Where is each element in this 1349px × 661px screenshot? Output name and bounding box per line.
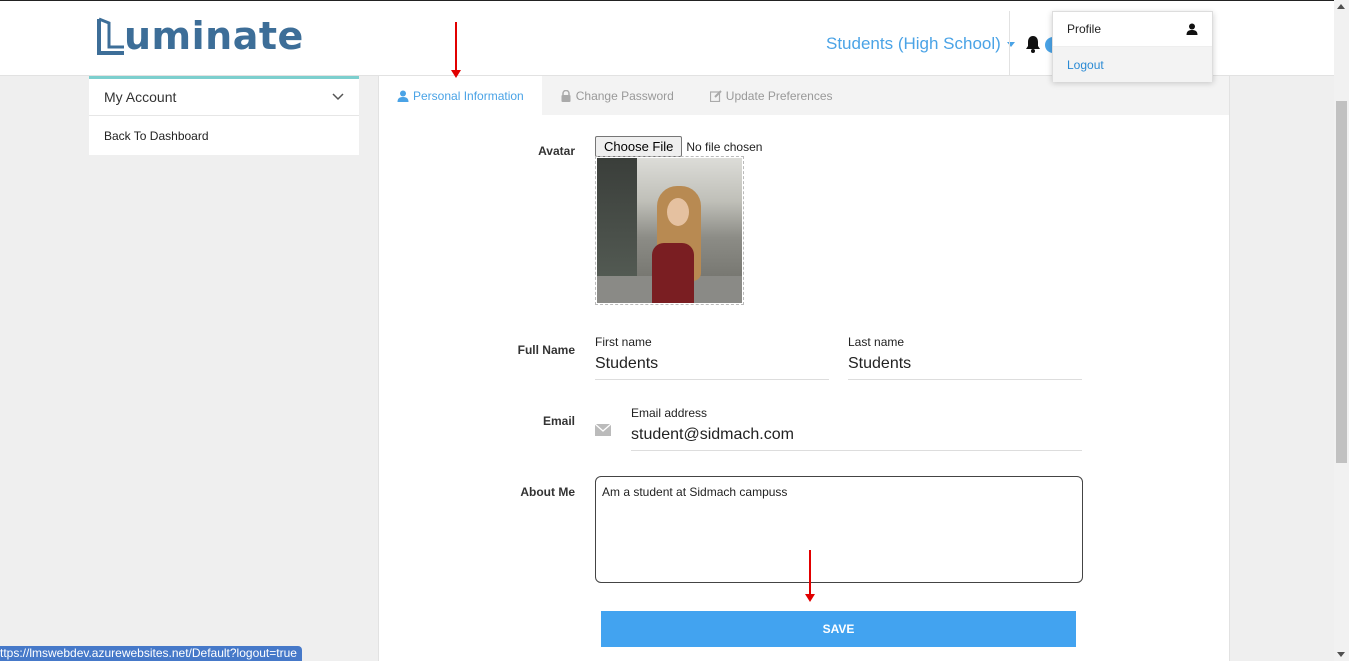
choose-file-button[interactable]: Choose File	[595, 136, 683, 157]
tab-change-password[interactable]: Change Password	[542, 76, 692, 115]
annotation-arrow-save	[805, 550, 815, 602]
about-me-label: About Me	[520, 485, 575, 499]
account-panel: Personal Information Change Password Upd…	[378, 76, 1230, 661]
no-file-text: No file chosen	[686, 139, 763, 154]
scroll-up-icon[interactable]	[1337, 4, 1345, 9]
last-name-input[interactable]: Students	[848, 355, 1082, 380]
email-field[interactable]: Email address student@sidmach.com	[631, 406, 1082, 451]
first-name-caption: First name	[595, 335, 652, 349]
email-input[interactable]: student@sidmach.com	[631, 426, 1082, 451]
role-selector-label: Students (High School)	[826, 34, 1001, 53]
avatar-image	[595, 156, 744, 305]
tab-personal-information[interactable]: Personal Information	[379, 76, 542, 115]
sidebar-item-back-to-dashboard[interactable]: Back To Dashboard	[89, 116, 359, 155]
user-icon	[1186, 23, 1198, 35]
sidebar: My Account Back To Dashboard	[89, 76, 359, 155]
tab-label: Change Password	[575, 88, 674, 103]
logo-text: uminate	[124, 14, 304, 58]
tab-label: Update Preferences	[725, 88, 833, 103]
logo-mark-icon	[97, 17, 124, 55]
envelope-icon	[595, 424, 611, 436]
avatar-photo	[597, 158, 742, 303]
lock-icon	[561, 89, 571, 102]
last-name-field[interactable]: Last name Students	[848, 335, 1082, 380]
tab-update-preferences[interactable]: Update Preferences	[692, 76, 851, 115]
avatar-file-input: Choose File No file chosen	[595, 136, 762, 157]
annotation-arrow-tab	[451, 22, 461, 78]
full-name-label: Full Name	[517, 343, 575, 357]
last-name-caption: Last name	[848, 335, 905, 349]
menu-item-profile[interactable]: Profile	[1053, 12, 1212, 47]
avatar-label: Avatar	[538, 144, 575, 158]
user-dropdown-menu: Profile Logout	[1052, 11, 1213, 82]
header-divider	[1009, 11, 1010, 75]
scrollbar-thumb[interactable]	[1336, 101, 1347, 463]
user-icon	[397, 90, 409, 102]
logo[interactable]: uminate	[96, 15, 304, 57]
first-name-field[interactable]: First name Students	[595, 335, 829, 380]
save-button[interactable]: SAVE	[601, 611, 1076, 647]
first-name-input[interactable]: Students	[595, 355, 829, 380]
sidebar-section-title: My Account	[104, 89, 177, 105]
chevron-down-icon	[332, 93, 344, 101]
role-selector[interactable]: Students (High School)	[826, 34, 1015, 54]
menu-item-logout-label: Logout	[1067, 57, 1104, 72]
edit-icon	[709, 89, 722, 102]
tab-label: Personal Information	[413, 88, 524, 103]
sidebar-section-my-account[interactable]: My Account	[89, 79, 359, 116]
menu-item-profile-label: Profile	[1067, 22, 1102, 36]
scroll-down-icon[interactable]	[1337, 652, 1345, 657]
status-bar-url: ttps://lmswebdev.azurewebsites.net/Defau…	[0, 646, 302, 661]
page-scrollbar[interactable]	[1334, 0, 1349, 661]
about-me-textarea[interactable]: Am a student at Sidmach campuss	[595, 476, 1083, 583]
email-caption: Email address	[631, 406, 708, 420]
sidebar-item-label: Back To Dashboard	[104, 128, 209, 143]
bell-icon[interactable]	[1024, 35, 1042, 53]
email-label: Email	[542, 414, 575, 428]
menu-item-logout[interactable]: Logout	[1053, 47, 1212, 82]
